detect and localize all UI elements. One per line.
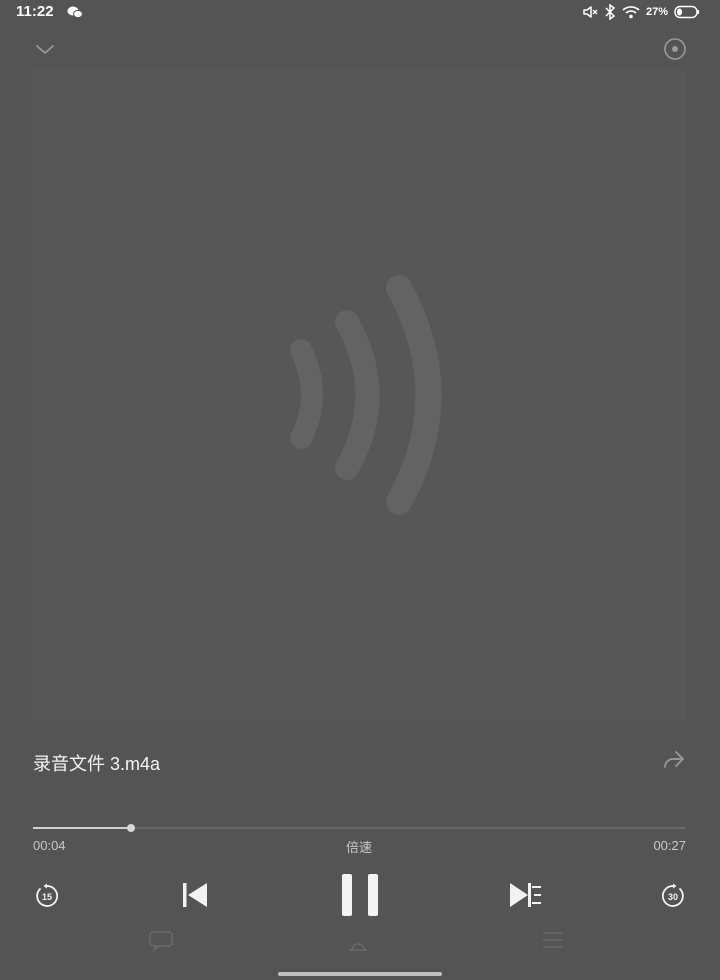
sound-waves-icon [290, 275, 442, 515]
playback-speed-button[interactable]: 倍速 [346, 837, 372, 856]
share-icon[interactable] [661, 747, 687, 773]
status-bar: 11:22 27% [0, 0, 720, 26]
comment-icon[interactable] [148, 930, 174, 952]
replay-15-icon[interactable]: 15 [34, 883, 60, 909]
previous-track-icon[interactable] [181, 881, 209, 909]
collapse-chevron-icon[interactable] [33, 40, 57, 60]
wechat-icon [67, 6, 83, 18]
replay-seconds-label: 15 [42, 892, 52, 902]
timer-icon[interactable] [346, 936, 370, 954]
total-duration: 00:27 [653, 838, 686, 853]
bluetooth-icon [605, 4, 616, 20]
output-device-icon[interactable] [663, 37, 687, 61]
home-indicator[interactable] [278, 972, 442, 976]
progress-slider[interactable] [33, 824, 686, 832]
file-title: 录音文件 3.m4a [33, 754, 161, 774]
forward-seconds-label: 30 [668, 892, 678, 902]
progress-fill [33, 827, 131, 829]
wifi-icon [622, 6, 640, 19]
pause-icon[interactable] [340, 873, 380, 917]
elapsed-time: 00:04 [33, 838, 66, 853]
battery-percent: 27% [645, 6, 668, 18]
forward-30-icon[interactable]: 30 [660, 883, 686, 909]
album-artwork [33, 70, 686, 720]
battery-icon [674, 5, 700, 19]
next-playlist-icon[interactable] [508, 881, 542, 909]
progress-thumb[interactable] [126, 824, 135, 832]
status-icons: 27% [582, 4, 700, 20]
status-time: 11:22 [16, 3, 54, 20]
playlist-icon[interactable] [542, 930, 564, 950]
mute-icon [583, 6, 598, 18]
